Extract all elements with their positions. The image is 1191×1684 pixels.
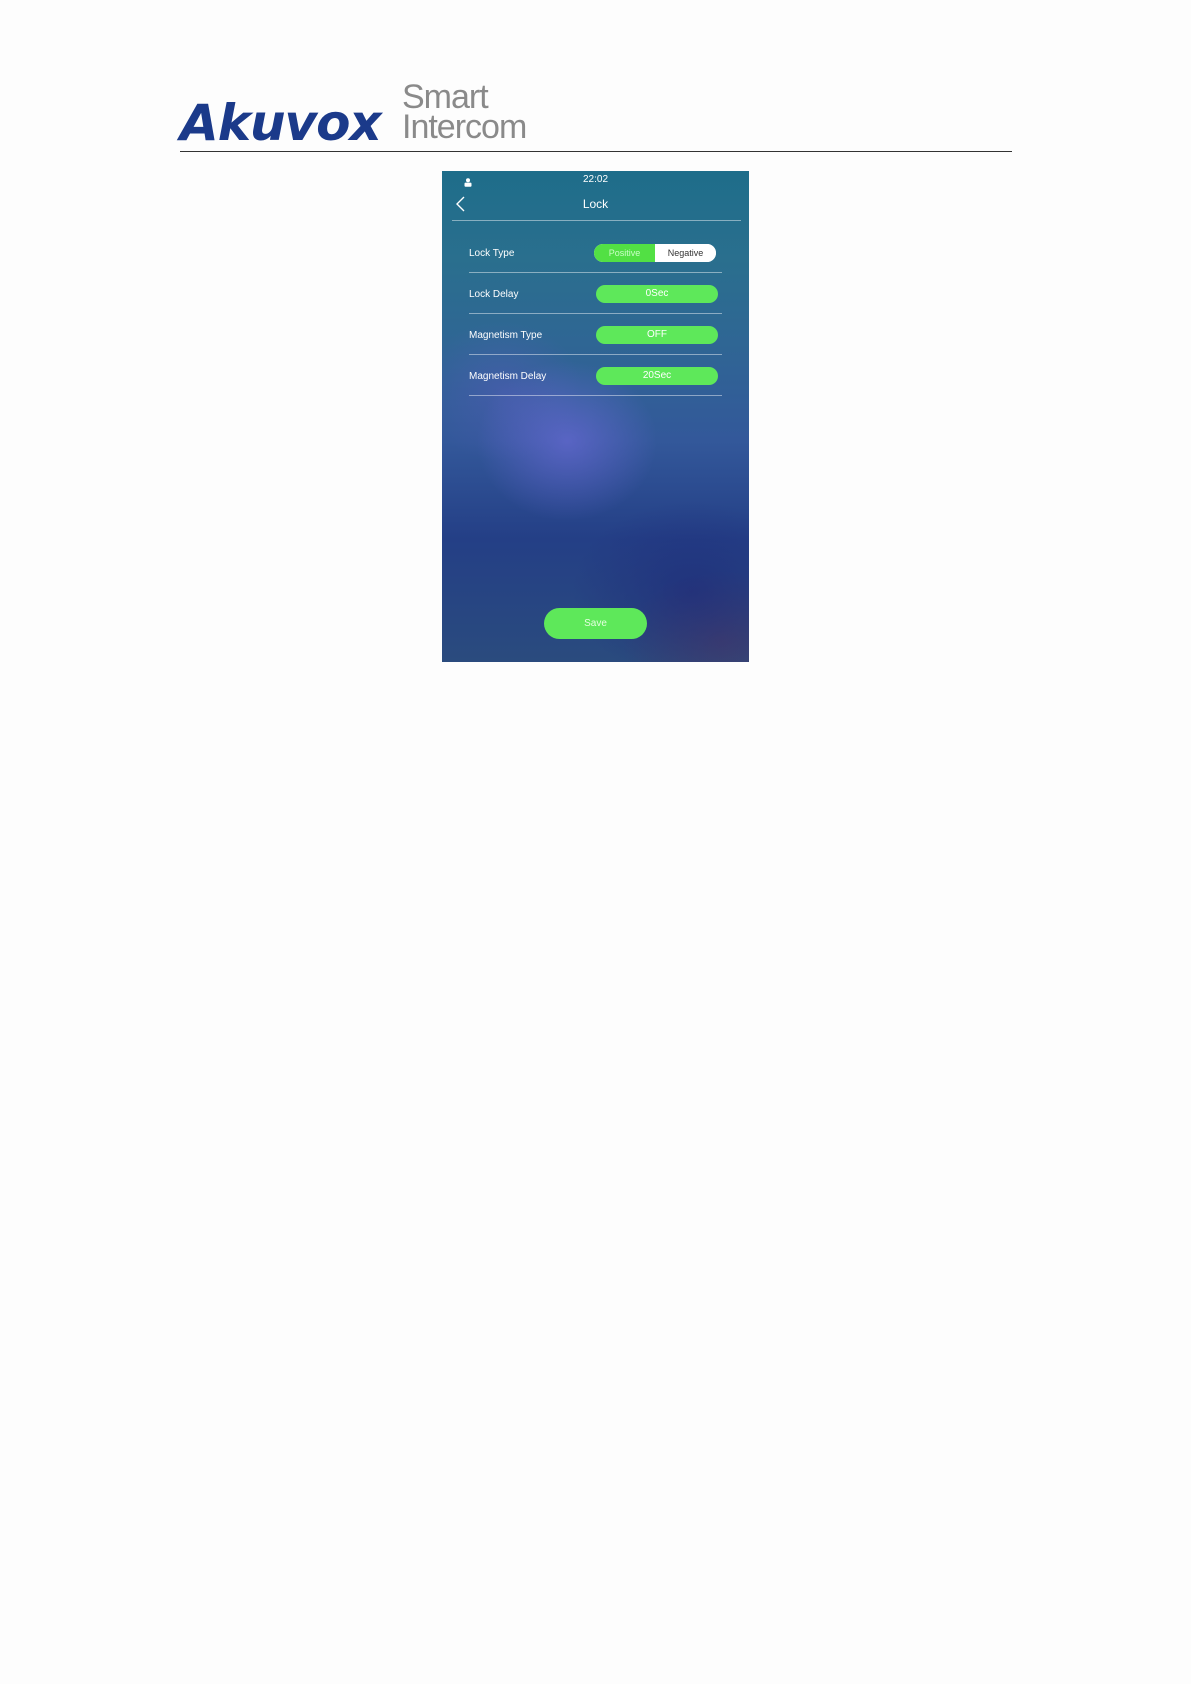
- magnetism-type-label: Magnetism Type: [469, 330, 543, 341]
- lock-type-toggle[interactable]: Positive Negative: [594, 244, 716, 262]
- lock-delay-label: Lock Delay: [469, 289, 519, 300]
- brand-name: Akuvox: [180, 94, 382, 152]
- lock-delay-selector[interactable]: 0Sec: [596, 285, 718, 303]
- status-bar: 22:02: [442, 171, 749, 187]
- lock-settings-screen: 22:02 Lock Lock Type Positive Negative L…: [442, 171, 749, 662]
- settings-list: Lock Type Positive Negative Lock Delay 0…: [469, 221, 722, 396]
- brand-logo: Akuvox Smart Intercom: [180, 80, 542, 152]
- header-divider: [180, 151, 1012, 152]
- save-button[interactable]: Save: [544, 608, 647, 639]
- status-time: 22:02: [582, 174, 609, 185]
- lock-type-label: Lock Type: [469, 248, 515, 259]
- magnetism-delay-selector[interactable]: 20Sec: [596, 367, 718, 385]
- lock-type-option-negative[interactable]: Negative: [655, 244, 716, 262]
- lock-type-option-positive[interactable]: Positive: [594, 244, 655, 262]
- nav-bar: Lock: [442, 187, 749, 221]
- brand-tagline: Smart Intercom: [402, 80, 542, 146]
- brand-tagline-line2: Intercom: [402, 108, 527, 146]
- magnetism-delay-label: Magnetism Delay: [469, 371, 547, 382]
- page-title: Lock: [582, 197, 609, 211]
- setting-row-lock-delay: Lock Delay 0Sec: [469, 273, 722, 314]
- magnetism-type-selector[interactable]: OFF: [596, 326, 718, 344]
- setting-row-lock-type: Lock Type Positive Negative: [469, 221, 722, 273]
- setting-row-magnetism-type: Magnetism Type OFF: [469, 314, 722, 355]
- setting-row-magnetism-delay: Magnetism Delay 20Sec: [469, 355, 722, 396]
